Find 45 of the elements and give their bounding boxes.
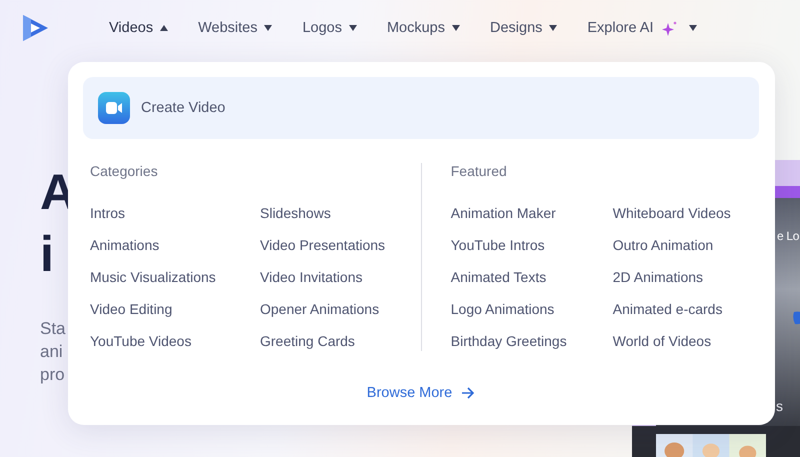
section-heading: Categories — [90, 163, 159, 181]
nav-item[interactable]: Logos — [302, 20, 357, 36]
menu-link[interactable]: Video Editing — [90, 299, 260, 319]
menu-link[interactable]: 2D Animations — [612, 267, 759, 287]
caret-icon — [689, 25, 698, 31]
nav-item[interactable]: Videos — [109, 20, 168, 36]
sparkle-icon — [662, 20, 678, 36]
nav-item[interactable]: Explore AI — [587, 20, 698, 36]
menu-link[interactable]: Video Presentations — [260, 235, 421, 255]
menu-link[interactable]: Music Visualizations — [90, 267, 260, 287]
hero-text: pro — [40, 364, 66, 386]
caret-icon — [549, 25, 558, 31]
hero-text: Sta — [40, 318, 67, 340]
caret-icon — [452, 25, 460, 31]
caret-icon — [264, 25, 272, 31]
nav-item[interactable]: Websites — [198, 20, 272, 36]
create-video-button[interactable]: Create Video — [83, 77, 759, 139]
video-camera-icon — [98, 92, 130, 124]
menu-link[interactable]: Whiteboard Videos — [612, 203, 759, 223]
menu-link[interactable]: Opener Animations — [260, 299, 421, 319]
menu-link[interactable]: Birthday Greetings — [450, 331, 613, 351]
section-heading: Featured — [450, 163, 508, 181]
menu-link[interactable]: Slideshows — [260, 203, 421, 223]
arrow-right-icon — [461, 387, 476, 399]
menu-link[interactable]: YouTube Intros — [450, 235, 613, 255]
menu-link[interactable]: World of Videos — [612, 331, 759, 351]
menu-link[interactable]: Animated Texts — [450, 267, 613, 287]
menu-link[interactable]: Logo Animations — [450, 299, 613, 319]
nav-item[interactable]: Mockups — [386, 20, 460, 36]
menu-link[interactable]: Animated e-cards — [612, 299, 759, 319]
caret-icon — [160, 25, 168, 31]
menu-link[interactable]: YouTube Videos — [90, 331, 260, 351]
menu-link[interactable]: Animation Maker — [450, 203, 613, 223]
browse-more-link[interactable]: Browse More — [366, 385, 476, 401]
caret-icon — [348, 25, 357, 31]
preview-caption: e Lo — [777, 229, 800, 243]
nav-item[interactable]: Designs — [490, 20, 558, 36]
menu-link[interactable]: Video Invitations — [260, 267, 421, 287]
preview-footer: s — [776, 398, 783, 414]
menu-link[interactable]: Outro Animation — [612, 235, 759, 255]
menu-link[interactable]: Intros — [90, 203, 260, 223]
hero-heading: i — [40, 225, 55, 284]
hero-text: ani — [40, 341, 64, 363]
menu-link[interactable]: Animations — [90, 235, 260, 255]
menu-link[interactable]: Greeting Cards — [260, 331, 421, 351]
